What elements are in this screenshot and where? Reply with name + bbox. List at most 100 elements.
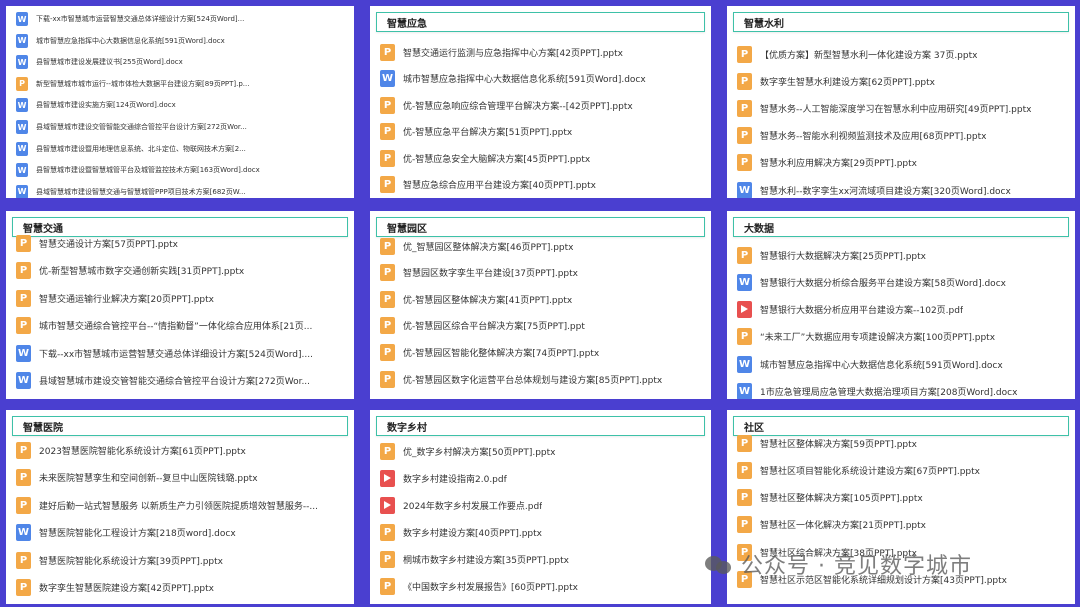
file-item[interactable]: P 智慧园区数字孪生平台建设[37页PPT].pptx [380,263,705,283]
file-name: 城市智慧应急指挥中心大数据信息化系统[591页Word].docx [760,360,1003,371]
file-item[interactable]: W 县智慧城市建设暨智慧城管平台及城管监控技术方案[163页Word].docx [16,160,348,180]
ppt-file-icon: P [737,154,752,172]
file-item[interactable]: W 城市智慧应急指挥中心大数据信息化系统[591页Word].docx [737,354,1069,374]
file-item[interactable]: P 桐城市数字乡村建设方案[35页PPT].pptx [380,549,705,569]
file-item[interactable]: P 智慧社区示范区智能化系统详细规划设计方案[43页PPT].pptx [737,570,1069,590]
doc-file-icon: W [16,524,31,541]
file-item[interactable]: P 【优质方案】新型智慧水利一体化建设方案 37页.pptx [737,44,1069,64]
file-item[interactable]: W 县域智慧城市建设智慧交通与智慧城管PPP项目技术方案[682页W... [16,182,348,198]
file-item[interactable]: P 数字孪生智慧水利建设方案[62页PPT].pptx [737,71,1069,91]
file-item[interactable]: P 优-新型智慧城市数字交通创新实践[31页PPT].pptx [16,261,348,281]
ppt-file-icon: P [380,550,395,568]
file-item[interactable]: P 智慧社区项目智能化系统设计建设方案[67页PPT].pptx [737,460,1069,480]
file-name: 优-智慧应急安全大脑解决方案[45页PPT].pptx [403,154,591,165]
file-item[interactable]: P 优-智慧园区综合平台解决方案[75页PPT].ppt [380,316,705,336]
file-item[interactable]: 智慧银行大数据分析应用平台建设方案--102页.pdf [737,300,1069,320]
file-item[interactable]: W 县智慧城市建设发展建议书[255页Word].docx [16,52,348,72]
file-name: 数字孪生智慧医院建设方案[42页PPT].pptx [39,584,214,594]
ppt-file-icon: P [737,489,752,507]
file-name: 智慧社区综合解决方案[38页PPT].pptx [760,548,917,559]
file-name: 【优质方案】新型智慧水利一体化建设方案 37页.pptx [760,50,978,61]
file-name: 优-智慧应急响应综合管理平台解决方案--[42页PPT].pptx [403,101,633,112]
ppt-file-icon: P [380,370,395,388]
file-item[interactable]: W 下载-xx市智慧城市运营智慧交通总体详细设计方案[524页Word]... [16,9,348,29]
file-name: 智慧社区项目智能化系统设计建设方案[67页PPT].pptx [760,466,980,477]
ppt-file-icon: P [380,317,395,335]
file-item[interactable]: P 2023智慧医院智能化系统设计方案[61页PPT].pptx [16,440,348,460]
file-name: 县域智慧城市建设交管智能交通综合管控平台设计方案[272页Wor... [39,377,311,387]
panel-title: 大数据 [733,217,1069,237]
file-item[interactable]: P 智慧社区综合解决方案[38页PPT].pptx [737,542,1069,562]
file-item[interactable]: W 县域智慧城市建设交管智能交通综合管控平台设计方案[272页Wor... [16,371,348,391]
file-item[interactable]: W 下载--xx市智慧城市运营智慧交通总体详细设计方案[524页Word].... [16,343,348,363]
file-item[interactable]: P 优-智慧园区智能化整体解决方案[74页PPT].pptx [380,342,705,362]
file-item[interactable]: P 智慧水务--人工智能深度学习在智慧水利中应用研究[49页PPT].pptx [737,98,1069,118]
doc-file-icon: W [16,344,31,362]
file-item[interactable]: P 优-智慧应急响应综合管理平台解决方案--[42页PPT].pptx [380,95,705,115]
file-item[interactable]: 数字乡村建设指南2.0.pdf [380,468,705,488]
file-item[interactable]: W 城市智慧应急指挥中心大数据信息化系统[591页Word].docx [16,31,348,51]
file-item[interactable]: P 《中国数字乡村发展报告》[60页PPT].pptx [380,576,705,596]
file-name: 数字乡村建设指南2.0.pdf [403,474,507,485]
file-item[interactable]: W 智慧银行大数据分析综合服务平台建设方案[58页Word].docx [737,272,1069,292]
doc-file-icon: W [380,70,395,87]
file-item[interactable]: W 1市应急管理局应急管理大数据治理项目方案[208页Word].docx [737,382,1069,399]
file-item[interactable]: P 智慧应急综合应用平台建设方案[40页PPT].pptx [380,175,705,195]
ppt-file-icon: P [380,123,395,140]
file-item[interactable]: P 智慧水利应用解决方案[29页PPT].pptx [737,153,1069,173]
ppt-file-icon: P [16,317,31,334]
file-item[interactable]: 2024年数字乡村发展工作要点.pdf [380,495,705,515]
file-item[interactable]: W 城市智慧应急指挥中心大数据信息化系统[591页Word].docx [380,69,705,89]
doc-file-icon: W [16,120,28,134]
ppt-file-icon: P [737,328,752,346]
doc-file-icon: W [16,33,28,48]
ppt-file-icon: P [380,237,395,255]
file-name: 智慧社区整体解决方案[59页PPT].pptx [760,439,917,450]
file-item[interactable]: P 建好后勤一站式智慧服务 以新质生产力引领医院提质增效智慧服务--... [16,495,348,515]
file-item[interactable]: W 县智慧城市建设暨用地理信息系统、北斗定位、物联网技术方案[2... [16,139,348,159]
file-item[interactable]: P 智慧交通运行监测与应急指挥中心方案[42页PPT].pptx [380,42,705,62]
file-name: 城市智慧应急指挥中心大数据信息化系统[591页Word].docx [403,75,646,85]
file-item[interactable]: P 数字孪生智慧医院建设方案[42页PPT].pptx [16,578,348,598]
file-item[interactable]: P 智慧社区整体解决方案[105页PPT].pptx [737,488,1069,508]
file-item[interactable]: W 县域智慧城市建设交管智能交通综合管控平台设计方案[272页Wor... [16,117,348,137]
file-name: 智慧银行大数据解决方案[25页PPT].pptx [760,251,926,262]
file-name: 优-智慧园区智能化整体解决方案[74页PPT].pptx [403,348,600,359]
ppt-file-icon: P [737,571,752,588]
ppt-file-icon: P [380,43,395,61]
file-item[interactable]: W 县智慧城市建设实施方案[124页Word].docx [16,95,348,115]
panel-village: 数字乡村 P 优_数字乡村解决方案[50页PPT].pptx 数字乡村建设指南2.0.… [370,410,711,604]
ppt-file-icon: P [380,149,395,167]
file-item[interactable]: P 未来医院智慧孪生和空间创新--复旦中山医院钱璐.pptx [16,468,348,488]
file-item[interactable]: P 城市智慧交通综合管控平台--“情指勤督”一体化综合应用体系[21页... [16,316,348,336]
file-item[interactable]: P 智慧社区一体化解决方案[21页PPT].pptx [737,515,1069,535]
panel-title: 数字乡村 [376,416,705,436]
file-name: 县域智慧城市建设交管智能交通综合管控平台设计方案[272页Wor... [36,123,247,131]
file-item[interactable]: P 优-智慧应急安全大脑解决方案[45页PPT].pptx [380,148,705,168]
file-item[interactable]: P 优-智慧园区整体解决方案[41页PPT].pptx [380,289,705,309]
file-item[interactable]: P “未来工厂”大数据应用专项建设解决方案[100页PPT].pptx [737,327,1069,347]
file-item[interactable]: W 智慧医院智能化工程设计方案[218页word].docx [16,523,348,543]
ppt-file-icon: P [380,176,395,193]
file-name: 智慧银行大数据分析应用平台建设方案--102页.pdf [760,306,964,317]
file-item[interactable]: P 智慧银行大数据解决方案[25页PPT].pptx [737,245,1069,265]
file-item[interactable]: P 智慧社区整体解决方案[59页PPT].pptx [737,433,1069,453]
file-name: 智慧医院智能化工程设计方案[218页word].docx [39,529,236,539]
ppt-file-icon: P [737,434,752,452]
file-item[interactable]: P 优-智慧应急平台解决方案[51页PPT].pptx [380,122,705,142]
file-item[interactable]: P 优-智慧园区数字化运营平台总体规划与建设方案[85页PPT].pptx [380,369,705,389]
file-item[interactable]: P 智慧医院智能化系统设计方案[39页PPT].pptx [16,550,348,570]
file-item[interactable]: P 优_智慧园区整体解决方案[46页PPT].pptx [380,236,705,256]
file-item[interactable]: P 智慧水务--智能水利视频监测技术及应用[68页PPT].pptx [737,126,1069,146]
doc-file-icon: W [16,163,28,178]
file-item[interactable]: P 智慧交通运输行业解决方案[20页PPT].pptx [16,288,348,308]
file-item[interactable]: P 数字乡村建设方案[40页PPT].pptx [380,522,705,542]
file-name: 县域智慧城市建设智慧交通与智慧城管PPP项目技术方案[682页W... [36,187,246,196]
file-item[interactable]: P 新型智慧城市城市运行--城市体检大数据平台建设方案[89页PPT].p... [16,74,348,94]
file-name: 县智慧城市建设实施方案[124页Word].docx [36,101,176,110]
file-item[interactable]: W 智慧水利--数字孪生xx河流域项目建设方案[320页Word].docx [737,180,1069,198]
file-item[interactable]: P 智慧交通设计方案[57页PPT].pptx [16,233,348,253]
file-name: 优-智慧园区数字化运营平台总体规划与建设方案[85页PPT].pptx [403,375,663,386]
file-item[interactable]: P 优_数字乡村解决方案[50页PPT].pptx [380,441,705,461]
ppt-file-icon: P [16,469,31,486]
